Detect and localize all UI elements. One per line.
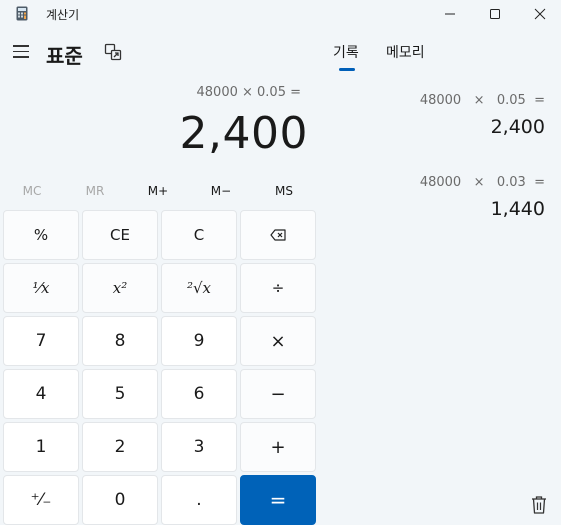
- equals-button[interactable]: =: [240, 475, 316, 525]
- history-item-expression[interactable]: 48000 × 0.05 =: [420, 93, 545, 108]
- memory-recall-button[interactable]: MR: [65, 184, 125, 198]
- hamburger-icon[interactable]: [13, 45, 31, 61]
- subtract-button[interactable]: −: [240, 369, 316, 419]
- maximize-icon: [490, 9, 500, 19]
- decimal-button[interactable]: .: [161, 475, 237, 525]
- backspace-button[interactable]: [240, 210, 316, 260]
- backspace-icon: [270, 229, 286, 241]
- title-bar: 계산기: [0, 0, 561, 28]
- trash-icon[interactable]: [530, 495, 548, 515]
- clear-entry-button[interactable]: CE: [82, 210, 158, 260]
- square-root-label: ²√x: [186, 279, 212, 297]
- add-button[interactable]: +: [240, 422, 316, 472]
- negate-button[interactable]: ⁺⁄₋: [3, 475, 79, 525]
- clear-button[interactable]: C: [161, 210, 237, 260]
- reciprocal-label: ¹⁄x: [32, 279, 50, 297]
- digit-7-button[interactable]: 7: [3, 316, 79, 366]
- square-label: x²: [112, 279, 128, 297]
- digit-2-button[interactable]: 2: [82, 422, 158, 472]
- digit-5-button[interactable]: 5: [82, 369, 158, 419]
- minimize-button[interactable]: [427, 0, 473, 28]
- memory-store-button[interactable]: MS: [254, 184, 314, 198]
- mode-title: 표준: [46, 44, 83, 68]
- window-title: 계산기: [46, 8, 80, 22]
- tab-memory[interactable]: 메모리: [386, 42, 425, 62]
- memory-add-button[interactable]: M+: [128, 184, 188, 198]
- minimize-icon: [445, 13, 455, 15]
- calculator-icon: [16, 6, 28, 21]
- percent-button[interactable]: %: [3, 210, 79, 260]
- active-tab-indicator: [339, 68, 355, 71]
- result-display: 2,400: [179, 108, 308, 159]
- expression-display: 48000 × 0.05 =: [196, 85, 301, 100]
- multiply-button[interactable]: ×: [240, 316, 316, 366]
- square-root-button[interactable]: ²√x: [161, 263, 237, 313]
- keep-on-top-icon[interactable]: [104, 43, 122, 61]
- digit-1-button[interactable]: 1: [3, 422, 79, 472]
- digit-4-button[interactable]: 4: [3, 369, 79, 419]
- history-item-result[interactable]: 1,440: [491, 198, 545, 220]
- reciprocal-button[interactable]: ¹⁄x: [3, 263, 79, 313]
- divide-button[interactable]: ÷: [240, 263, 316, 313]
- square-button[interactable]: x²: [82, 263, 158, 313]
- close-icon: [534, 8, 546, 20]
- tab-history[interactable]: 기록: [333, 42, 359, 62]
- digit-3-button[interactable]: 3: [161, 422, 237, 472]
- history-item-expression[interactable]: 48000 × 0.03 =: [420, 175, 545, 190]
- digit-8-button[interactable]: 8: [82, 316, 158, 366]
- maximize-button[interactable]: [472, 0, 518, 28]
- memory-subtract-button[interactable]: M−: [191, 184, 251, 198]
- memory-clear-button[interactable]: MC: [2, 184, 62, 198]
- digit-9-button[interactable]: 9: [161, 316, 237, 366]
- digit-6-button[interactable]: 6: [161, 369, 237, 419]
- close-button[interactable]: [517, 0, 561, 28]
- digit-0-button[interactable]: 0: [82, 475, 158, 525]
- history-item-result[interactable]: 2,400: [491, 116, 545, 138]
